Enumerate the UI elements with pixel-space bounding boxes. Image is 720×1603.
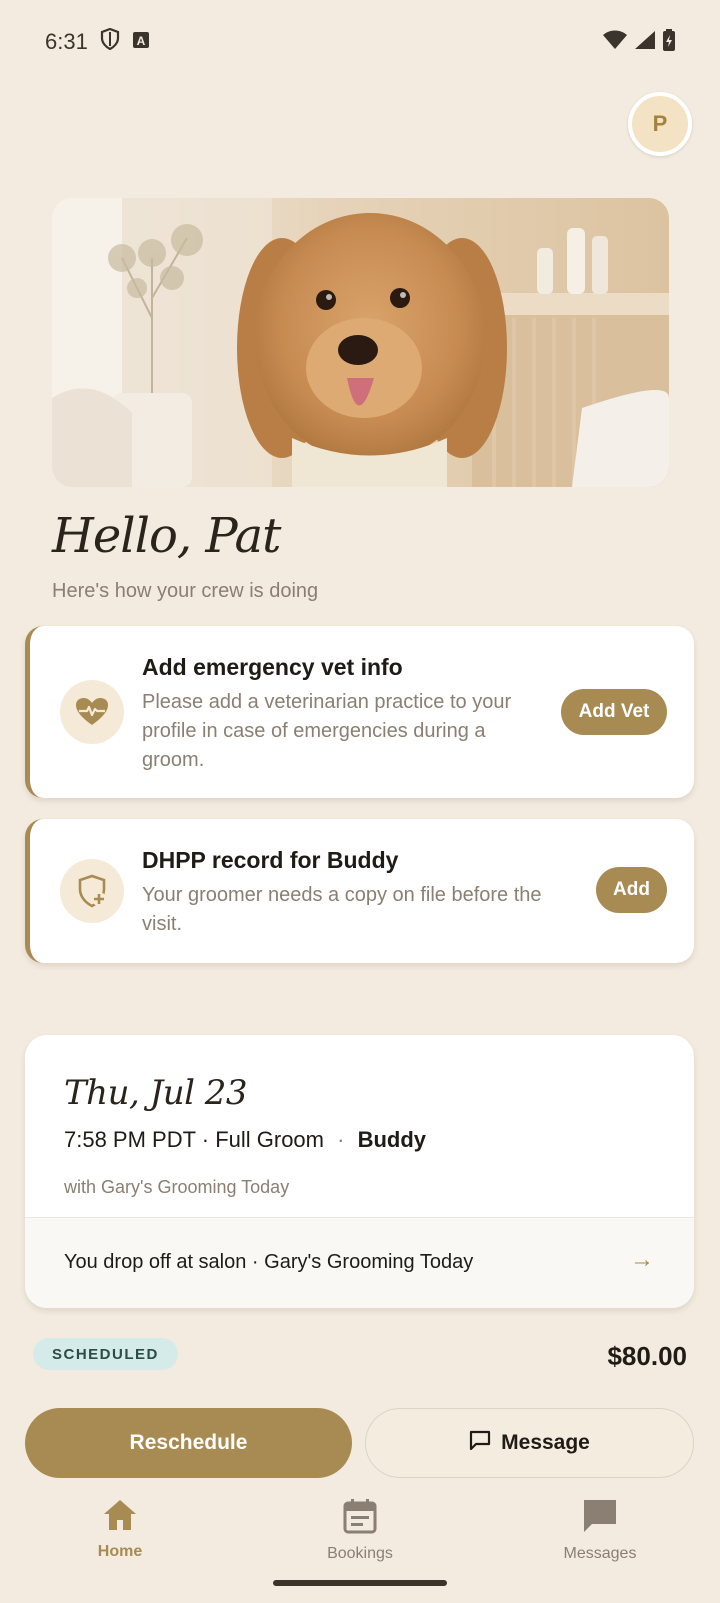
profile-avatar[interactable]: P [628, 92, 692, 156]
status-time: 6:31 [45, 29, 88, 54]
booking-time-service: 7:58 PM PDT · Full Groom · Buddy [64, 1127, 426, 1153]
message-button[interactable]: Message [365, 1408, 694, 1478]
chat-bubble-icon [469, 1430, 491, 1456]
booking-groomer: with Gary's Grooming Today [64, 1177, 290, 1197]
greeting-title: Hello, Pat [52, 508, 281, 564]
alert-line: Please add a veterinarian practice to yo… [142, 691, 512, 713]
booking-date: Thu, Jul 23 [64, 1073, 248, 1113]
reschedule-button[interactable]: Reschedule [25, 1408, 352, 1478]
alert-description: Your groomer needs a copy on file before… [142, 881, 542, 939]
alert-title: Add emergency vet info [142, 654, 403, 680]
booking-card[interactable]: Thu, Jul 23 7:58 PM PDT · Full Groom · B… [25, 1035, 694, 1308]
shield-icon [100, 27, 120, 56]
nav-item-messages[interactable]: Messages [480, 1490, 720, 1590]
alert-title: DHPP record for Buddy [142, 847, 399, 873]
nav-label: Messages [563, 1545, 637, 1562]
alert-line: groom. [142, 749, 205, 771]
booking-separator: · [337, 1127, 345, 1152]
status-badge: SCHEDULED [33, 1338, 178, 1370]
alert-line: profile in case of emergencies during a [142, 720, 486, 742]
text-a-icon: A [132, 29, 150, 55]
arrow-right-icon[interactable]: → [630, 1246, 654, 1274]
wifi-icon [602, 30, 628, 55]
message-button-label: Message [501, 1431, 590, 1454]
signal-icon [634, 30, 656, 55]
home-icon [102, 1498, 138, 1537]
nav-item-bookings[interactable]: Bookings [240, 1490, 480, 1590]
status-bar: 6:31 A [0, 0, 720, 84]
alert-card-emergency-vet: Add emergency vet info Please add a vete… [25, 626, 694, 798]
nav-label: Home [97, 1543, 143, 1560]
greeting-subtitle: Here's how your crew is doing [52, 580, 319, 602]
home-indicator[interactable] [273, 1580, 447, 1586]
booking-pet-name: Buddy [357, 1127, 427, 1152]
svg-text:A: A [136, 34, 145, 48]
booking-dropoff-row[interactable]: You drop off at salon · Gary's Grooming … [25, 1217, 694, 1308]
shield-plus-icon [60, 859, 124, 923]
battery-charging-icon [662, 28, 676, 56]
calendar-icon [343, 1498, 377, 1539]
nav-label: Bookings [327, 1545, 393, 1562]
alert-description: Please add a veterinarian practice to yo… [142, 688, 511, 775]
bottom-nav: Home Bookings Messages [0, 1490, 720, 1590]
dropoff-text: You drop off at salon · Gary's Grooming … [64, 1251, 474, 1273]
hero-pet-photo [52, 198, 669, 487]
alert-line: visit. [142, 913, 182, 935]
booking-price: $80.00 [607, 1341, 687, 1371]
status-left: 6:31 A [45, 27, 150, 56]
add-dhpp-button[interactable]: Add [596, 867, 667, 913]
heart-pulse-icon [60, 680, 124, 744]
alert-line: Your groomer needs a copy on file before… [142, 884, 542, 906]
nav-item-home[interactable]: Home [0, 1490, 240, 1590]
add-vet-button[interactable]: Add Vet [561, 689, 667, 735]
alert-card-dhpp-record: DHPP record for Buddy Your groomer needs… [25, 819, 694, 963]
status-right [602, 28, 676, 56]
booking-time: 7:58 PM PDT · Full Groom [64, 1127, 324, 1152]
chat-icon [582, 1498, 618, 1539]
